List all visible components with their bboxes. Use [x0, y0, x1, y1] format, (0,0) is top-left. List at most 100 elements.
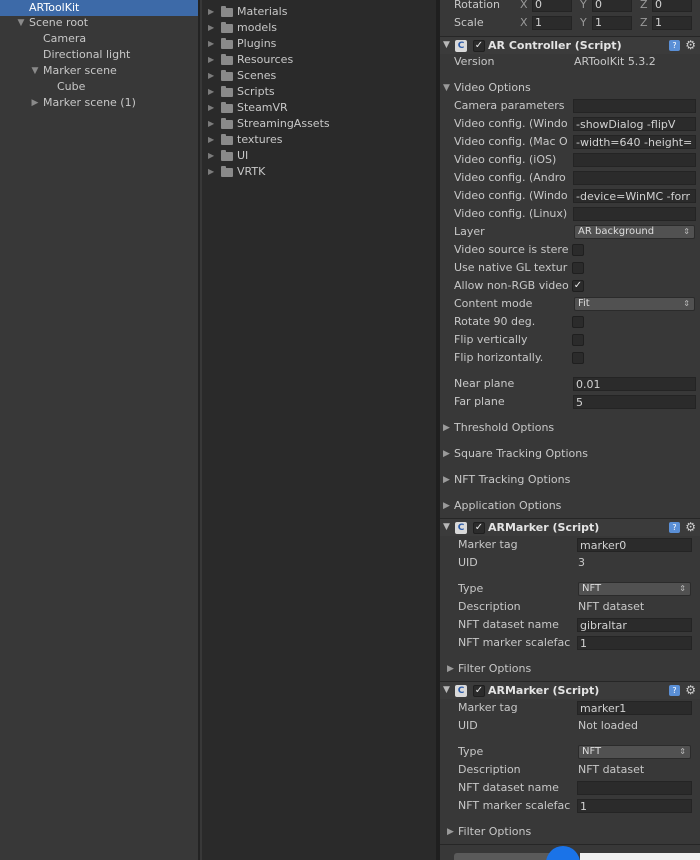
expand-triangle-icon[interactable]: ▶: [208, 4, 216, 20]
rotation-y-field[interactable]: 0: [592, 0, 632, 12]
ar-controller-header[interactable]: ▼ C ✓ AR Controller (Script) ? ⚙: [440, 36, 700, 54]
expand-triangle-icon[interactable]: ▶: [208, 164, 216, 180]
nft-tracking-foldout[interactable]: ▶ NFT Tracking Options: [440, 472, 700, 488]
gear-icon[interactable]: ⚙: [685, 683, 696, 697]
far-plane-field[interactable]: 5: [573, 395, 696, 409]
native-gl-checkbox[interactable]: [572, 262, 584, 274]
project-folder-vrtk[interactable]: ▶ VRTK: [202, 164, 436, 180]
expand-triangle-icon[interactable]: ▶: [208, 52, 216, 68]
application-options-foldout[interactable]: ▶ Application Options: [440, 498, 700, 514]
expand-triangle-icon[interactable]: ▶: [208, 68, 216, 84]
nft-scale-field[interactable]: 1: [577, 799, 692, 813]
video-config-mac-field[interactable]: -width=640 -height=: [573, 135, 696, 149]
rotation-x-field[interactable]: 0: [532, 0, 572, 12]
hierarchy-item-marker-scene-1[interactable]: ▶ Marker scene (1): [0, 95, 198, 111]
axis-z-label[interactable]: Z: [640, 0, 648, 13]
rotate-checkbox[interactable]: [572, 316, 584, 328]
threshold-options-foldout[interactable]: ▶ Threshold Options: [440, 420, 700, 436]
expand-triangle-icon[interactable]: ▶: [447, 661, 454, 677]
non-rgb-checkbox[interactable]: ✓: [572, 280, 584, 292]
marker-tag-field[interactable]: marker0: [577, 538, 692, 552]
nft-dataset-field[interactable]: gibraltar: [577, 618, 692, 632]
expand-triangle-icon[interactable]: ▼: [16, 15, 26, 31]
expand-triangle-icon[interactable]: ▶: [208, 116, 216, 132]
type-dropdown[interactable]: NFT ⇕: [578, 745, 691, 759]
collapse-triangle-icon[interactable]: ▼: [443, 522, 450, 532]
expand-triangle-icon[interactable]: ▶: [208, 148, 216, 164]
rotation-z-field[interactable]: 0: [652, 0, 692, 12]
expand-triangle-icon[interactable]: ▶: [208, 36, 216, 52]
video-config-ios-field[interactable]: [573, 153, 696, 167]
hierarchy-item-scene-root[interactable]: ▼ Scene root: [0, 15, 198, 31]
project-folder-scripts[interactable]: ▶ Scripts: [202, 84, 436, 100]
expand-triangle-icon[interactable]: ▶: [443, 420, 450, 436]
project-folder-models[interactable]: ▶ models: [202, 20, 436, 36]
collapse-triangle-icon[interactable]: ▼: [443, 40, 450, 50]
expand-triangle-icon[interactable]: ▼: [30, 63, 40, 79]
project-folder-steamvr[interactable]: ▶ SteamVR: [202, 100, 436, 116]
video-config-linux-field[interactable]: [573, 207, 696, 221]
axis-x-label[interactable]: X: [520, 0, 528, 13]
near-plane-field[interactable]: 0.01: [573, 377, 696, 391]
expand-triangle-icon[interactable]: ▶: [208, 84, 216, 100]
filter-options-foldout[interactable]: ▶ Filter Options: [440, 824, 700, 840]
expand-triangle-icon[interactable]: ▶: [443, 472, 450, 488]
axis-x-label[interactable]: X: [520, 15, 528, 31]
nft-scale-field[interactable]: 1: [577, 636, 692, 650]
video-config-android-field[interactable]: [573, 171, 696, 185]
flip-vertical-checkbox[interactable]: [572, 334, 584, 346]
content-mode-dropdown[interactable]: Fit ⇕: [574, 297, 695, 311]
collapse-triangle-icon[interactable]: ▼: [443, 685, 450, 695]
expand-triangle-icon[interactable]: ▶: [443, 498, 450, 514]
scale-y-field[interactable]: 1: [592, 16, 632, 30]
overlay-circle-icon[interactable]: [546, 846, 580, 860]
project-folder-ui[interactable]: ▶ UI: [202, 148, 436, 164]
expand-triangle-icon[interactable]: ▶: [208, 20, 216, 36]
video-options-foldout[interactable]: ▼ Video Options: [440, 80, 700, 96]
panel-divider[interactable]: [198, 0, 200, 860]
camera-params-field[interactable]: [573, 99, 696, 113]
help-icon[interactable]: ?: [669, 522, 680, 533]
armarker-header[interactable]: ▼ C ✓ ARMarker (Script) ? ⚙: [440, 681, 700, 699]
square-tracking-foldout[interactable]: ▶ Square Tracking Options: [440, 446, 700, 462]
nft-dataset-field[interactable]: [577, 781, 692, 795]
project-folder-plugins[interactable]: ▶ Plugins: [202, 36, 436, 52]
armarker-header[interactable]: ▼ C ✓ ARMarker (Script) ? ⚙: [440, 518, 700, 536]
axis-y-label[interactable]: Y: [580, 0, 587, 13]
expand-triangle-icon[interactable]: ▶: [447, 824, 454, 840]
collapse-triangle-icon[interactable]: ▼: [443, 80, 450, 96]
expand-triangle-icon[interactable]: ▶: [443, 446, 450, 462]
marker-tag-field[interactable]: marker1: [577, 701, 692, 715]
flip-horizontal-checkbox[interactable]: [572, 352, 584, 364]
armarker-enabled-checkbox[interactable]: ✓: [473, 522, 485, 534]
help-icon[interactable]: ?: [669, 685, 680, 696]
axis-z-label[interactable]: Z: [640, 15, 648, 31]
video-config-winmc-field[interactable]: -device=WinMC -forr: [573, 189, 696, 203]
filter-options-foldout[interactable]: ▶ Filter Options: [440, 661, 700, 677]
video-config-windows-field[interactable]: -showDialog -flipV: [573, 117, 696, 131]
type-dropdown[interactable]: NFT ⇕: [578, 582, 691, 596]
expand-triangle-icon[interactable]: ▶: [208, 132, 216, 148]
add-component-button[interactable]: [454, 853, 554, 860]
hierarchy-item-cube[interactable]: Cube: [0, 79, 198, 95]
axis-y-label[interactable]: Y: [580, 15, 587, 31]
layer-dropdown[interactable]: AR background ⇕: [574, 225, 695, 239]
hierarchy-item-marker-scene[interactable]: ▼ Marker scene: [0, 63, 198, 79]
project-folder-textures[interactable]: ▶ textures: [202, 132, 436, 148]
project-folder-streamingassets[interactable]: ▶ StreamingAssets: [202, 116, 436, 132]
hierarchy-item-artoolkit[interactable]: ARToolKit: [0, 0, 198, 16]
collapse-triangle-icon[interactable]: ▶: [30, 95, 40, 111]
scale-x-field[interactable]: 1: [532, 16, 572, 30]
project-folder-resources[interactable]: ▶ Resources: [202, 52, 436, 68]
stereo-checkbox[interactable]: [572, 244, 584, 256]
ar-controller-enabled-checkbox[interactable]: ✓: [473, 40, 485, 52]
gear-icon[interactable]: ⚙: [685, 38, 696, 52]
project-folder-scenes[interactable]: ▶ Scenes: [202, 68, 436, 84]
help-icon[interactable]: ?: [669, 40, 680, 51]
hierarchy-item-directional-light[interactable]: Directional light: [0, 47, 198, 63]
gear-icon[interactable]: ⚙: [685, 520, 696, 534]
project-folder-materials[interactable]: ▶ Materials: [202, 4, 436, 20]
hierarchy-item-camera[interactable]: Camera: [0, 31, 198, 47]
scale-z-field[interactable]: 1: [652, 16, 692, 30]
armarker-enabled-checkbox[interactable]: ✓: [473, 685, 485, 697]
